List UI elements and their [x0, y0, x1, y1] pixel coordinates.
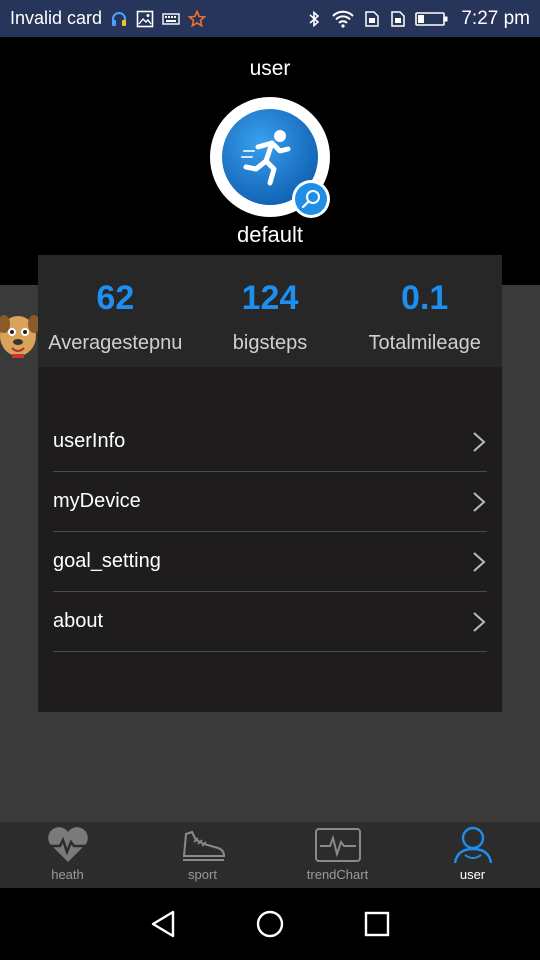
menu-item-about[interactable]: about [53, 592, 487, 652]
menu-item-mydevice[interactable]: myDevice [53, 472, 487, 532]
recents-button[interactable] [357, 904, 397, 944]
profile-header: user default [0, 37, 540, 285]
chart-icon [314, 825, 362, 865]
stat-value: 124 [241, 279, 299, 317]
stat-total-mileage: 0.1 Totalmileage [347, 255, 502, 367]
page-title: user [249, 57, 291, 80]
tab-label: heath [51, 867, 84, 882]
tab-label: sport [188, 867, 217, 882]
edit-avatar-button[interactable] [292, 180, 330, 218]
chevron-right-icon [471, 430, 487, 454]
chevron-right-icon [471, 490, 487, 514]
mascot-icon[interactable] [0, 310, 40, 362]
home-button[interactable] [250, 904, 290, 944]
menu-item-label: goal_setting [53, 550, 161, 572]
menu-item-label: myDevice [53, 490, 141, 512]
tab-heath[interactable]: heath [0, 822, 135, 888]
tab-sport[interactable]: sport [135, 822, 270, 888]
system-nav-bar [0, 888, 540, 960]
stat-big-steps: 124 bigsteps [193, 255, 348, 367]
stat-average-steps: 62 Averagestepnu [38, 255, 193, 367]
stat-label: Averagestepnu [48, 332, 183, 354]
sim2-icon [389, 10, 407, 28]
tab-trendchart[interactable]: trendChart [270, 822, 405, 888]
headset-icon [110, 10, 128, 28]
heart-icon [44, 825, 92, 865]
profile-panel: 62 Averagestepnu 124 bigsteps 0.1 Totalm… [38, 255, 502, 712]
wifi-icon [331, 10, 355, 28]
battery-icon [415, 10, 449, 28]
menu-item-goal-setting[interactable]: goal_setting [53, 532, 487, 592]
stat-value: 62 [96, 279, 135, 317]
tab-label: trendChart [306, 867, 369, 882]
clock-time: 7:27 pm [461, 7, 530, 29]
sim1-icon [363, 10, 381, 28]
chevron-right-icon [471, 550, 487, 574]
edit-icon [295, 183, 327, 215]
back-button[interactable] [143, 904, 183, 944]
carrier-text: Invalid card [10, 8, 103, 28]
chevron-right-icon [471, 610, 487, 634]
keyboard-icon [162, 10, 180, 28]
username-label: default [236, 222, 304, 247]
tab-user[interactable]: user [405, 822, 540, 888]
stats-row: 62 Averagestepnu 124 bigsteps 0.1 Totalm… [38, 255, 502, 367]
tab-label: user [459, 867, 486, 882]
menu-item-label: about [53, 610, 104, 632]
status-bar: Invalid card 7:27 pm [0, 0, 540, 37]
user-icon [449, 825, 497, 865]
shoe-icon [179, 825, 227, 865]
stat-value: 0.1 [401, 279, 449, 317]
settings-menu: userInfo myDevice goal_setting about [53, 412, 487, 652]
stat-label: Totalmileage [368, 332, 481, 354]
star-icon [188, 9, 207, 28]
image-icon [136, 10, 154, 28]
bottom-tab-bar: heath sport trendChart user [0, 822, 540, 888]
menu-item-label: userInfo [53, 430, 126, 452]
stat-label: bigsteps [232, 332, 308, 354]
bluetooth-icon [305, 10, 323, 28]
menu-item-userinfo[interactable]: userInfo [53, 412, 487, 472]
